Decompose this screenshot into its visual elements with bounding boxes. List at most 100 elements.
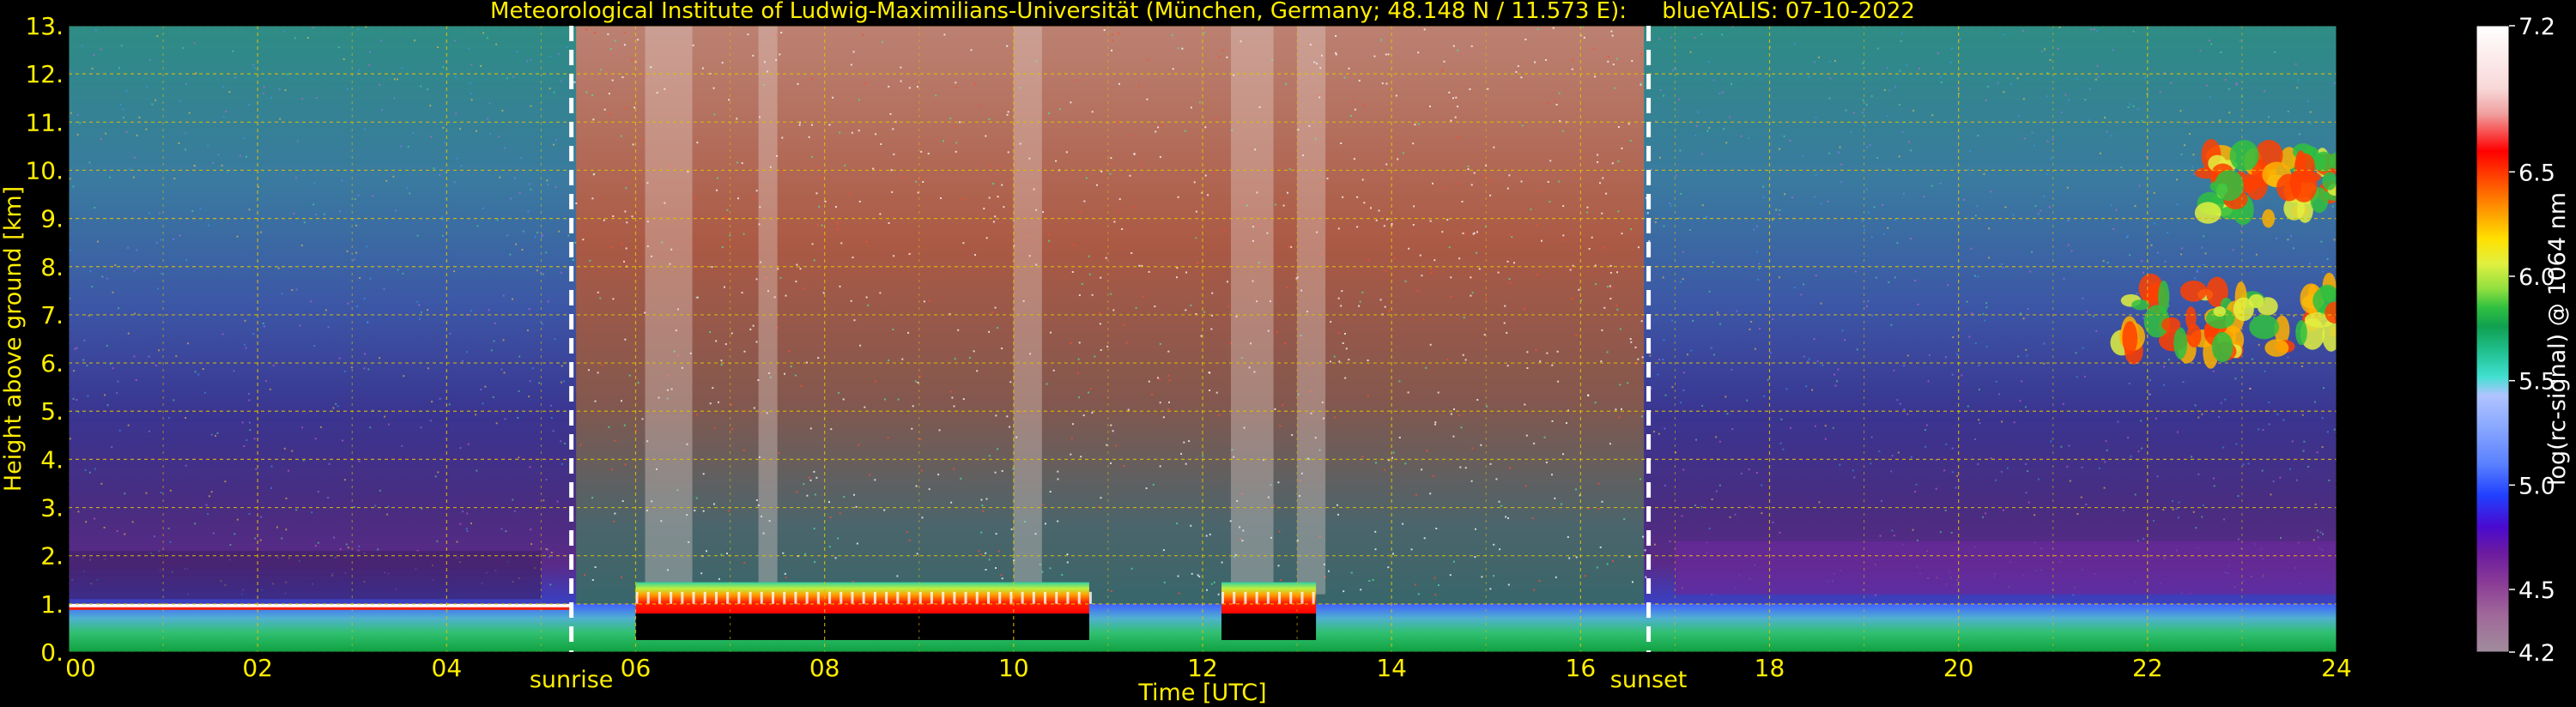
cirrus-patch xyxy=(2173,327,2188,360)
cloud-speckle xyxy=(1221,591,1225,604)
cloud-speckle xyxy=(987,591,991,604)
y-axis-label: Height above ground [km] xyxy=(0,186,27,492)
y-tick-label: 9. xyxy=(40,205,64,233)
x-tick-label: 16 xyxy=(1566,654,1597,682)
colorbar-label: log(rc-signal) @ 1064 nm xyxy=(2544,192,2571,486)
cloud-speckle xyxy=(1278,591,1282,604)
cirrus-patch xyxy=(2295,320,2307,346)
x-axis-ticks: 00 02 04 06 08 10 12 14 16 18 20 22 24 xyxy=(65,654,2352,682)
cirrus-patch xyxy=(2194,202,2221,224)
cirrus-patch xyxy=(2312,154,2326,171)
cloud-speckle xyxy=(885,591,888,604)
cloud-speckle xyxy=(1300,591,1304,604)
cloud-attenuation xyxy=(1221,613,1317,640)
cloud-speckle xyxy=(1266,591,1270,604)
cloud-speckle xyxy=(1233,591,1236,604)
cloud-speckle xyxy=(1044,591,1047,604)
x-tick-label: 18 xyxy=(1755,654,1785,682)
x-tick-label: 04 xyxy=(432,654,463,682)
cirrus-patch xyxy=(2249,314,2280,340)
cirrus-patch xyxy=(2211,331,2234,363)
cloud-attenuation xyxy=(635,613,1089,640)
cloud-speckle xyxy=(851,591,854,604)
cloud-speckle xyxy=(805,591,809,604)
cirrus-patch xyxy=(2324,301,2337,324)
x-tick-label: 02 xyxy=(242,654,273,682)
cirrus-patch xyxy=(2161,317,2181,332)
cloud-speckle xyxy=(794,591,797,604)
cloud-speckle xyxy=(1055,591,1058,604)
cloud-speckle xyxy=(726,591,730,604)
colorbar-tick-label: 4.2 xyxy=(2518,640,2555,667)
x-tick-label: 14 xyxy=(1376,654,1407,682)
y-tick-label: 8. xyxy=(40,253,64,281)
cirrus-patch xyxy=(2186,323,2202,347)
cirrus-patch xyxy=(2229,140,2259,172)
cloud-speckle xyxy=(1244,591,1247,604)
cloud-speckle xyxy=(1289,591,1293,604)
cloud-speckle xyxy=(714,591,718,604)
sunset-label: sunset xyxy=(1610,667,1688,693)
colorbar-tick-label: 7.2 xyxy=(2518,14,2555,40)
sunrise-label: sunrise xyxy=(530,667,614,693)
cloud-speckle xyxy=(749,591,752,604)
cloud-speckle xyxy=(658,591,661,604)
cloud-speckle xyxy=(1009,591,1013,604)
colorbar-gradient xyxy=(2476,26,2509,652)
cloud-speckle xyxy=(975,591,979,604)
x-tick-label: 24 xyxy=(2321,654,2352,682)
cloud-speckle xyxy=(953,591,956,604)
cloud-speckle xyxy=(964,591,967,604)
cloud-speckle xyxy=(681,591,684,604)
colorbar: 4.24.55.05.56.06.57.2 log(rc-signal) @ 1… xyxy=(2476,14,2571,667)
cloud-speckle xyxy=(1077,591,1081,604)
x-tick-label: 06 xyxy=(621,654,652,682)
cirrus-patch xyxy=(2292,171,2322,184)
y-tick-label: 1. xyxy=(40,590,64,619)
cirrus-patch xyxy=(2158,280,2170,314)
y-tick-label: 2. xyxy=(40,542,64,571)
x-tick-label: 20 xyxy=(1943,654,1974,682)
cloud-speckle xyxy=(646,591,650,604)
y-tick-label: 10. xyxy=(25,156,64,184)
x-tick-label: 22 xyxy=(2132,654,2163,682)
cloud-speckle xyxy=(692,591,695,604)
cloud-speckle xyxy=(896,591,900,604)
x-tick-label: 12 xyxy=(1187,654,1218,682)
cloud-speckle xyxy=(1088,591,1092,604)
x-axis-label: Time [UTC] xyxy=(1137,680,1266,706)
cloud-speckle xyxy=(737,591,741,604)
y-tick-label: 0. xyxy=(40,638,64,667)
cirrus-patch xyxy=(2329,153,2337,169)
cloud-speckle xyxy=(670,591,673,604)
cloud-speckle xyxy=(1312,591,1315,604)
cloud-speckle xyxy=(998,591,1002,604)
cloud-speckle xyxy=(1255,591,1258,604)
y-tick-label: 13. xyxy=(25,12,64,40)
cloud-speckle xyxy=(828,591,832,604)
cloud-speckle xyxy=(783,591,786,604)
colorbar-tick-label: 4.5 xyxy=(2518,577,2555,604)
cloud-speckle xyxy=(862,591,865,604)
y-tick-label: 6. xyxy=(40,349,64,378)
cirrus-patch xyxy=(2179,280,2208,302)
plot-area xyxy=(69,26,2337,652)
cloud-speckle xyxy=(1021,591,1024,604)
cirrus-patch xyxy=(2264,339,2289,357)
chart-title: Meteorological Institute of Ludwig-Maxim… xyxy=(490,0,1915,24)
cirrus-patch xyxy=(2131,299,2150,311)
cirrus-patch xyxy=(2322,172,2337,190)
y-tick-label: 12. xyxy=(25,60,64,88)
boundary-layer-top xyxy=(69,607,570,610)
cloud-speckle xyxy=(873,591,876,604)
cloud-speckle xyxy=(1032,591,1035,604)
aerosol-layer xyxy=(69,551,542,600)
cirrus-patch xyxy=(2233,297,2254,322)
y-tick-label: 5. xyxy=(40,397,64,426)
y-axis-ticks: 0. 1. 2. 3. 4. 5. 6. 7. 8. 9. 10. 11. 12. 13. xyxy=(25,12,64,667)
y-tick-label: 7. xyxy=(40,301,64,329)
aerosol-layer xyxy=(1675,541,2337,595)
cloud-speckle xyxy=(942,591,945,604)
cirrus-patch xyxy=(2215,170,2244,202)
y-tick-label: 11. xyxy=(25,108,64,136)
